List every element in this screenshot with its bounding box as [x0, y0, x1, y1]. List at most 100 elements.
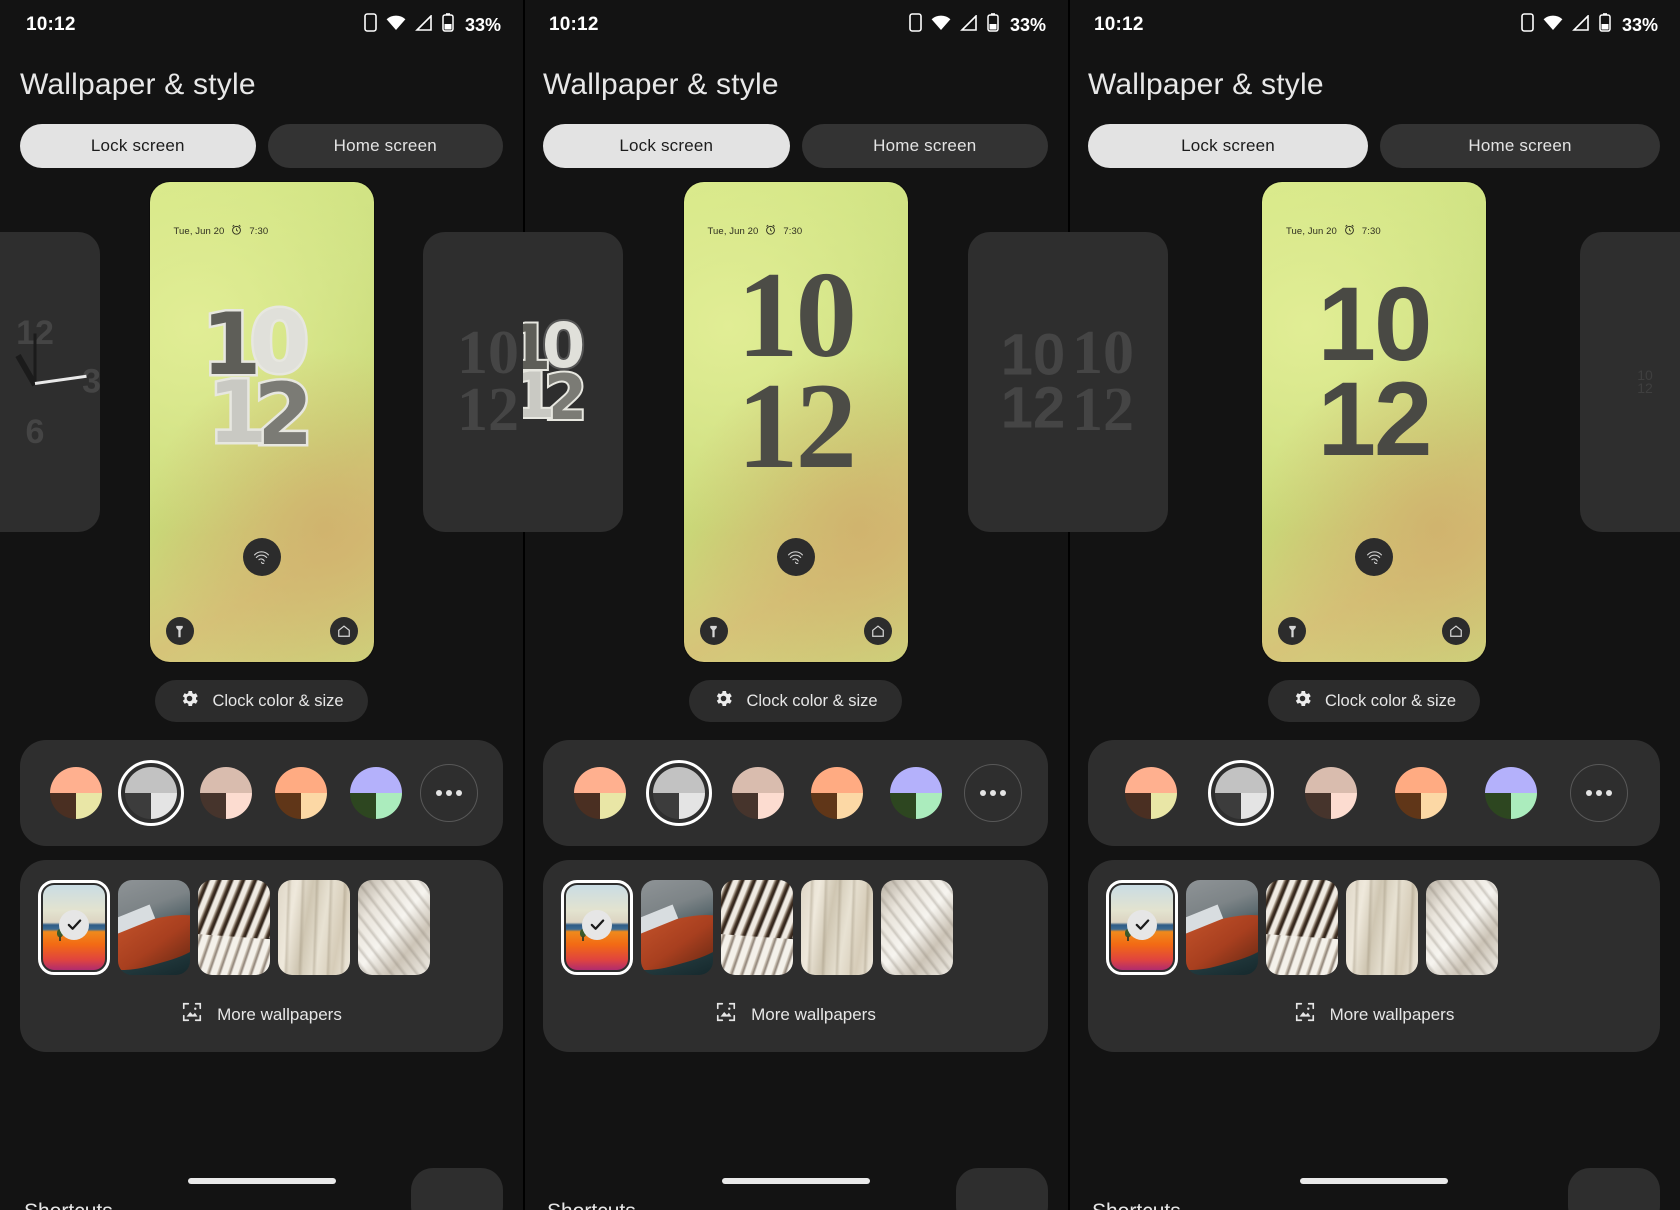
tab-lock-screen[interactable]: Lock screen — [543, 124, 790, 168]
shortcuts-label: Shortcuts — [547, 1200, 636, 1210]
shortcuts-chip[interactable] — [1568, 1168, 1660, 1210]
page-title: Wallpaper & style — [20, 68, 256, 101]
clock-style-carousel[interactable]: 10 12 10 12 Tue, Jun 20 7:30 10 12 — [1068, 182, 1680, 672]
wallpaper-thumb-desert-sunset[interactable] — [1106, 880, 1178, 975]
color-swatch-blush[interactable] — [195, 762, 257, 824]
page-title: Wallpaper & style — [543, 68, 779, 101]
tab-home-screen[interactable]: Home screen — [1380, 124, 1660, 168]
home-gesture-bar[interactable] — [721, 1178, 870, 1184]
wallpaper-thumbnail-row — [1088, 880, 1660, 975]
wallpaper-thumb-boat-hull[interactable] — [118, 880, 190, 975]
vibrate-icon — [364, 13, 377, 37]
wallpaper-thumb-boat-hull[interactable] — [1186, 880, 1258, 975]
screen-panel-1: 10:12 33% Wallpaper & style Lock screen — [0, 0, 523, 1210]
more-colors-icon[interactable] — [420, 764, 479, 822]
color-picker-card — [20, 740, 503, 846]
color-swatch-periwinkle[interactable] — [1480, 762, 1542, 824]
wallpaper-thumb-eagle-wing[interactable] — [721, 880, 793, 975]
carousel-prev-clock-style[interactable]: 1 0 1 2 — [523, 232, 623, 532]
lock-screen-preview[interactable]: Tue, Jun 20 7:30 10 12 — [1262, 182, 1486, 662]
shortcuts-label: Shortcuts — [1092, 1200, 1181, 1210]
shortcuts-chip[interactable] — [956, 1168, 1048, 1210]
lock-screen-preview[interactable]: Tue, Jun 20 7:30 10 12 — [683, 182, 908, 662]
home-gesture-bar[interactable] — [187, 1178, 336, 1184]
clock-color-size-button[interactable]: Clock color & size — [155, 680, 368, 722]
color-swatch-monochrome[interactable] — [1208, 760, 1274, 826]
tab-lock-screen[interactable]: Lock screen — [20, 124, 256, 168]
check-icon — [1127, 909, 1157, 940]
analog-hand-minute-up — [33, 333, 37, 384]
gear-icon — [179, 688, 200, 714]
home-controls-icon[interactable] — [329, 617, 358, 645]
color-swatch-apricot[interactable] — [1390, 762, 1452, 824]
color-swatch-blush[interactable] — [1300, 762, 1362, 824]
clock-digit-h1: 1 — [199, 295, 264, 395]
home-controls-icon[interactable] — [863, 617, 892, 645]
wallpaper-thumb-boat-hull[interactable] — [641, 880, 713, 975]
signal-icon — [1572, 13, 1590, 36]
color-swatch-peach[interactable] — [45, 762, 107, 824]
check-icon — [582, 909, 612, 940]
wallpaper-thumb-white-fur[interactable] — [881, 880, 953, 975]
flashlight-icon[interactable] — [165, 617, 194, 645]
battery-percent: 33% — [1009, 14, 1046, 35]
color-swatch-periwinkle[interactable] — [885, 762, 947, 824]
wallpaper-thumb-eagle-wing[interactable] — [1266, 880, 1338, 975]
carousel-next-clock-style[interactable]: 10 12 — [968, 232, 1068, 532]
tab-home-screen[interactable]: Home screen — [801, 124, 1048, 168]
analog-num-6: 6 — [25, 413, 45, 451]
wallpaper-thumb-desert-sunset[interactable] — [561, 880, 633, 975]
shortcuts-chip[interactable] — [411, 1168, 503, 1210]
carousel-prev-clock-style[interactable]: 10 12 — [1068, 232, 1168, 532]
preview-alarm-time: 7:30 — [249, 225, 269, 237]
wallpaper-thumb-white-petal[interactable] — [1346, 880, 1418, 975]
color-swatch-blush[interactable] — [727, 762, 789, 824]
clock-color-size-button[interactable]: Clock color & size — [1267, 680, 1481, 722]
clock-style-carousel[interactable]: 1 0 1 2 10 12 Tue, Jun 20 7:30 10 12 — [523, 182, 1068, 672]
more-wallpapers-button[interactable]: More wallpapers — [1088, 975, 1660, 1042]
carousel-prev-digit-h1: 1 — [523, 311, 553, 384]
screen-panel-3: 10:12 33% Wallpaper & style Lock screen — [1068, 0, 1680, 1210]
tab-lock-screen[interactable]: Lock screen — [1088, 124, 1368, 168]
carousel-prev-clock-style[interactable]: 12 3 6 9 — [0, 232, 100, 532]
wallpaper-thumb-white-fur[interactable] — [358, 880, 430, 975]
wallpaper-picker-card: More wallpapers — [543, 860, 1048, 1052]
color-swatch-monochrome[interactable] — [646, 760, 713, 826]
status-icons: 33% — [909, 13, 1046, 37]
page-title: Wallpaper & style — [1088, 68, 1324, 101]
more-colors-icon[interactable] — [963, 764, 1022, 822]
flashlight-icon[interactable] — [1278, 617, 1306, 645]
image-icon — [1294, 1001, 1316, 1028]
carousel-next-clock-style[interactable]: 10 12 — [423, 232, 523, 532]
alarm-icon — [1344, 224, 1355, 238]
home-controls-icon[interactable] — [1442, 617, 1470, 645]
preview-date-row: Tue, Jun 20 7:30 — [1286, 224, 1381, 238]
tab-home-screen[interactable]: Home screen — [267, 124, 503, 168]
color-swatch-apricot[interactable] — [270, 762, 332, 824]
wallpaper-thumb-white-fur[interactable] — [1426, 880, 1498, 975]
home-gesture-bar[interactable] — [1300, 1178, 1448, 1184]
color-swatch-peach[interactable] — [1120, 762, 1182, 824]
lock-screen-preview[interactable]: Tue, Jun 20 7:30 1 0 1 2 — [149, 182, 374, 662]
wallpaper-thumb-white-petal[interactable] — [278, 880, 350, 975]
battery-icon — [1599, 13, 1611, 37]
flashlight-icon[interactable] — [699, 617, 728, 645]
color-swatch-monochrome[interactable] — [117, 760, 184, 826]
screen-type-tabs: Lock screen Home screen — [523, 102, 1068, 168]
wallpaper-thumb-desert-sunset[interactable] — [38, 880, 110, 975]
wallpaper-thumb-white-petal[interactable] — [801, 880, 873, 975]
more-wallpapers-button[interactable]: More wallpapers — [20, 975, 503, 1042]
signal-icon — [415, 13, 433, 36]
more-wallpapers-button[interactable]: More wallpapers — [543, 975, 1048, 1042]
clock-color-size-button[interactable]: Clock color & size — [689, 680, 902, 722]
more-colors-icon[interactable] — [1570, 764, 1628, 822]
color-picker-card — [543, 740, 1048, 846]
color-swatch-periwinkle[interactable] — [345, 762, 407, 824]
carousel-next-clock-style[interactable]: 10 12 — [1580, 232, 1680, 532]
preview-alarm-time: 7:30 — [783, 225, 803, 237]
color-swatch-apricot[interactable] — [806, 762, 868, 824]
wallpaper-thumb-eagle-wing[interactable] — [198, 880, 270, 975]
analog-hand-minute — [34, 374, 87, 385]
clock-style-carousel[interactable]: 12 3 6 9 10 12 Tue, Jun 20 — [0, 182, 523, 672]
color-swatch-peach[interactable] — [569, 762, 631, 824]
